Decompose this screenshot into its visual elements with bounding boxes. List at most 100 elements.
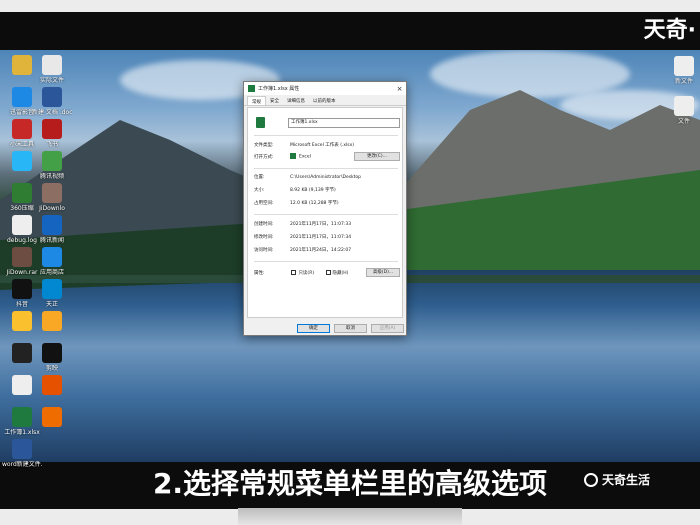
desktop-icon-label: 腾讯视频: [39, 173, 64, 180]
desktop-icon[interactable]: 剪映: [32, 343, 72, 372]
desktop-icon-label: JiDownlo: [39, 205, 65, 212]
dialog-titlebar[interactable]: 工作簿1.xlsx 属性 ×: [244, 82, 406, 95]
tool-icon: [12, 119, 32, 139]
filename-input[interactable]: 工作簿1.xlsx: [288, 118, 400, 128]
hidden-checkbox[interactable]: [325, 270, 331, 275]
change-button[interactable]: 更改(C)...: [354, 152, 400, 161]
accessed-label: 访问时间:: [254, 248, 274, 253]
word-icon: [42, 87, 62, 107]
cancel-button[interactable]: 取消: [334, 324, 367, 333]
desktop-icon[interactable]: 新建 文档 .docx: [32, 87, 72, 116]
advanced-button[interactable]: 高级(D)...: [366, 268, 400, 277]
file-icon: [674, 56, 694, 76]
tab-previous-versions[interactable]: 以前的版本: [309, 96, 340, 105]
desktop-icon-label: 新文件: [674, 78, 693, 85]
desktop-icon[interactable]: 天正: [32, 279, 72, 308]
readonly-label: 只读(R): [298, 271, 315, 276]
tab-details[interactable]: 详细信息: [283, 96, 309, 105]
desktop-icon[interactable]: 文件: [664, 96, 700, 125]
dialog-title: 工作簿1.xlsx 属性: [258, 86, 300, 92]
size-on-disk-row: 占用空间: 12.0 KB (12,288 字节): [254, 200, 339, 206]
desktop-icon-label: 工作簿1.xlsx: [4, 429, 40, 436]
location-value: C:\Users\Administrator\Desktop: [290, 175, 362, 180]
capcut-icon: [42, 343, 62, 363]
attributes-label: 属性:: [254, 271, 265, 276]
divider: [254, 135, 398, 136]
desktop-icon[interactable]: 新文件: [664, 56, 700, 85]
desktop-icon[interactable]: JiDownlo: [32, 183, 72, 212]
modified-value: 2021年11月17日，11:07:34: [290, 235, 352, 240]
ok-button[interactable]: 确定: [297, 324, 330, 333]
monitor-stand: [238, 508, 462, 525]
edit-icon: [12, 343, 32, 363]
divider: [254, 168, 398, 169]
open-with-value: Excel: [299, 154, 311, 160]
excel-icon: [12, 407, 32, 427]
general-tab-pane: 工作簿1.xlsx 文件类型: Microsoft Excel 工作表 (.xls…: [247, 107, 403, 318]
excel-icon: [248, 85, 255, 92]
tv-icon: [42, 151, 62, 171]
desktop-icon[interactable]: 实际文件: [32, 55, 72, 84]
location-label: 位置:: [254, 175, 265, 180]
location-row: 位置: C:\Users\Administrator\Desktop: [254, 174, 361, 180]
news-icon: [42, 215, 62, 235]
divider: [254, 261, 398, 262]
excel-icon: [290, 153, 296, 159]
brand-name: 天奇生活: [602, 473, 651, 487]
divider: [254, 214, 398, 215]
acrobat-icon: [42, 119, 62, 139]
file-type-label: 文件类型:: [254, 143, 274, 148]
desktop-icon-label: 腾讯新闻: [39, 237, 64, 244]
folder-icon: [12, 55, 32, 75]
size-on-disk-value: 12.0 KB (12,288 字节): [290, 201, 339, 206]
monitor-frame: 天奇· 天奇· 实际文件迅雷影音新建 文档 .docx小宋工具飞书腾讯视频360…: [0, 0, 700, 525]
desktop-icon[interactable]: [32, 311, 72, 333]
modified-row: 修改时间: 2021年11月17日，11:07:34: [254, 234, 351, 240]
created-label: 创建时间:: [254, 222, 274, 227]
file-type-value: Microsoft Excel 工作表 (.xlsx): [290, 143, 355, 148]
file-icon: [12, 215, 32, 235]
download-icon: [42, 183, 62, 203]
video-icon: [12, 87, 32, 107]
desktop-icon[interactable]: 飞书: [32, 119, 72, 148]
file-icon: [674, 96, 694, 116]
desktop-icon[interactable]: 腾讯视频: [32, 151, 72, 180]
tab-general[interactable]: 常规: [247, 96, 266, 105]
created-row: 创建时间: 2021年11月17日，11:07:33: [254, 221, 351, 227]
size-row: 大小: 8.92 KB (9,139 字节): [254, 187, 336, 193]
brand-logo-icon: [584, 473, 598, 487]
tool-icon: [42, 407, 62, 427]
tiktok-icon: [12, 279, 32, 299]
size-label: 大小:: [254, 188, 265, 193]
size-on-disk-label: 占用空间:: [254, 201, 274, 206]
zip-icon: [42, 375, 62, 395]
size-value: 8.92 KB (9,139 字节): [290, 188, 336, 193]
readonly-checkbox[interactable]: [291, 270, 297, 275]
desktop-icon[interactable]: 应用商店: [32, 247, 72, 276]
file-properties-dialog: 工作簿1.xlsx 属性 × 常规 安全 详细信息 以前的版本 工作簿1.xls…: [243, 81, 407, 336]
feishu-icon: [12, 151, 32, 171]
rar-icon: [12, 247, 32, 267]
desktop-icon-label: 新建 文档 .docx: [32, 109, 72, 116]
desktop-icon[interactable]: [32, 407, 72, 429]
hidden-label: 隐藏(H): [332, 271, 349, 276]
word-icon: [12, 439, 32, 459]
desktop-icon-label: 文件: [677, 118, 690, 125]
close-icon[interactable]: ×: [393, 85, 406, 93]
desktop-icon-label: 应用商店: [39, 269, 64, 276]
open-with-row: 打开方式: Excel: [254, 153, 311, 160]
dialog-tabs: 常规 安全 详细信息 以前的版本: [244, 96, 406, 106]
desktop-icon[interactable]: [32, 375, 72, 397]
created-value: 2021年11月17日，11:07:33: [290, 222, 352, 227]
ring-icon: [42, 311, 62, 331]
desktop-icon-label: 实际文件: [39, 77, 64, 84]
open-with-label: 打开方式:: [254, 154, 274, 160]
modified-label: 修改时间:: [254, 235, 274, 240]
accessed-row: 访问时间: 2021年11月24日，14:22:07: [254, 247, 351, 253]
excel-file-icon: [256, 117, 265, 128]
attributes-row: 属性: 只读(R) 隐藏(H): [254, 270, 348, 276]
desktop-icon[interactable]: 腾讯新闻: [32, 215, 72, 244]
tab-security[interactable]: 安全: [266, 96, 283, 105]
apply-button[interactable]: 应用(A): [371, 324, 404, 333]
doc-icon: [42, 55, 62, 75]
